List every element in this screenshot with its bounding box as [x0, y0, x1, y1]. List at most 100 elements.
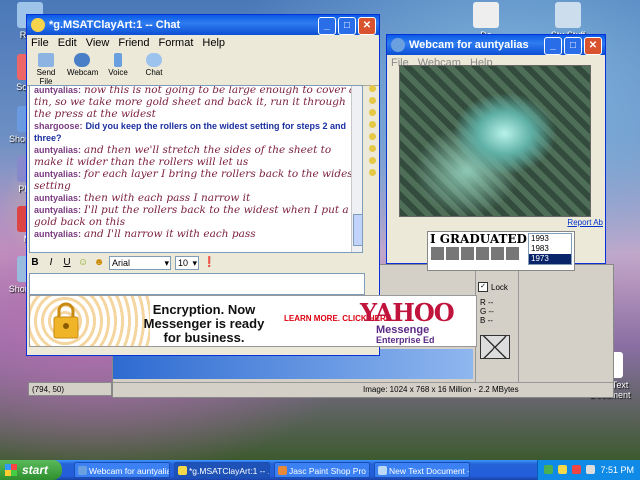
emoticon-icon[interactable] [369, 133, 376, 140]
send-file-button[interactable]: Send File [31, 53, 61, 86]
emoticon-icon[interactable] [369, 169, 376, 176]
coordinate-text: (794, 50) [32, 385, 65, 394]
task-label: New Text Document - ... [389, 466, 470, 476]
task-chat[interactable]: *g.MSATClayArt:1 -- ... [174, 462, 270, 478]
maximize-button[interactable]: □ [564, 37, 582, 55]
emoticon-icon[interactable] [369, 121, 376, 128]
menu-view[interactable]: View [86, 35, 110, 51]
volume-icon[interactable] [586, 465, 595, 474]
smiley-icon[interactable]: ☺ [77, 257, 89, 269]
lock-label: Lock [491, 282, 508, 292]
emoticon-icon[interactable] [369, 109, 376, 116]
menu-edit[interactable]: Edit [58, 35, 77, 51]
ad-sunburst [30, 296, 150, 346]
emoticon-strip [369, 85, 377, 181]
layer-panel: ✓ Lock R -- G -- B -- [475, 267, 519, 395]
webcam-title: Webcam for auntyalias [409, 39, 529, 51]
emoticon-picker-icon[interactable]: ☻ [93, 257, 105, 269]
ad-edition: Enterprise Ed [376, 335, 435, 345]
underline-button[interactable]: U [61, 257, 73, 269]
year-list[interactable]: 1993 1983 1973 [528, 233, 572, 265]
taskbar: start Webcam for auntyalias *g.MSATClayA… [0, 460, 640, 480]
antivirus-icon[interactable] [572, 465, 581, 474]
clock: 7:51 PM [600, 465, 634, 475]
italic-button[interactable]: I [45, 257, 57, 269]
messenger-icon [178, 466, 187, 475]
voice-button[interactable]: Voice [103, 53, 133, 83]
lock-icon [53, 302, 79, 339]
webcam-button[interactable]: Webcam [67, 53, 98, 83]
message-sender: auntyalias: [34, 145, 82, 155]
message-sender: auntyalias: [34, 85, 82, 95]
channel-g: G [480, 307, 487, 316]
paint-shop-pro-icon [278, 466, 287, 475]
webcam-icon [391, 38, 405, 52]
chat-toolbar: Send File Webcam Voice Chat [27, 51, 379, 86]
system-tray: 7:51 PM [537, 460, 640, 480]
alert-icon[interactable]: ❗ [203, 257, 215, 269]
size-select[interactable]: 10 ▾ [175, 256, 199, 270]
message-text: for each layer I bring the rollers back … [34, 168, 357, 192]
font-select[interactable]: Arial ▾ [109, 256, 171, 270]
message-text: and I'll narrow it with each pass [83, 228, 256, 240]
menu-help[interactable]: Help [202, 35, 225, 51]
minimize-button[interactable]: _ [318, 17, 336, 35]
menu-file[interactable]: File [31, 35, 49, 51]
message-sender: auntyalias: [34, 229, 82, 239]
task-paint-shop-pro[interactable]: Jasc Paint Shop Pro - ... [274, 462, 370, 478]
graduation-ad[interactable]: I GRADUATED IN: 1993 1983 1973 [427, 231, 575, 271]
lock-checkbox[interactable]: ✓ [478, 282, 488, 292]
scrollbar-thumb[interactable] [353, 214, 362, 246]
chevron-down-icon: ▾ [192, 258, 197, 268]
task-notepad[interactable]: New Text Document - ... [374, 462, 470, 478]
emoticon-icon[interactable] [369, 97, 376, 104]
year-option[interactable]: 1993 [529, 234, 571, 244]
yahoo-ad-banner[interactable]: Encryption. Now Messenger is ready for b… [29, 295, 477, 347]
status-bar: (794, 50) Image: 1024 x 768 x 16 Million… [29, 382, 613, 397]
message-input[interactable] [29, 273, 365, 295]
chat-message: auntyalias: now this is not going to be … [34, 85, 358, 120]
emoticon-icon[interactable] [369, 145, 376, 152]
task-label: Webcam for auntyalias [89, 466, 170, 476]
year-option-selected[interactable]: 1973 [529, 254, 571, 264]
chat-transcript[interactable]: auntyalias: now this is not going to be … [29, 85, 363, 253]
chat-message: auntyalias: I'll put the rollers back to… [34, 204, 358, 228]
chat-title: *g.MSATClayArt:1 -- Chat [49, 19, 181, 31]
messenger-tray-icon[interactable] [558, 465, 567, 474]
webcam-titlebar[interactable]: Webcam for auntyalias _ □ ✕ [387, 35, 605, 55]
minimize-button[interactable]: _ [544, 37, 562, 55]
microphone-icon [114, 53, 122, 67]
year-option[interactable]: 1983 [529, 244, 571, 254]
bold-button[interactable]: B [29, 257, 41, 269]
webcam-window[interactable]: Webcam for auntyalias _ □ ✕ File Webcam … [386, 34, 606, 271]
chat-bubble-icon [146, 53, 162, 67]
chat-window[interactable]: *g.MSATClayArt:1 -- Chat _ □ ✕ File Edit… [26, 14, 477, 356]
maximize-button[interactable]: □ [338, 17, 356, 35]
menu-format[interactable]: Format [159, 35, 194, 51]
close-button[interactable]: ✕ [584, 37, 602, 55]
color-swatch-icon[interactable] [480, 335, 510, 359]
chat-titlebar[interactable]: *g.MSATClayArt:1 -- Chat _ □ ✕ [27, 15, 379, 35]
transcript-scrollbar[interactable] [351, 86, 362, 252]
chat-message: auntyalias: for each layer I bring the r… [34, 168, 358, 192]
message-sender: auntyalias: [34, 193, 82, 203]
menu-friend[interactable]: Friend [118, 35, 149, 51]
start-button[interactable]: start [0, 460, 62, 480]
value-b: -- [487, 316, 493, 325]
message-sender: auntyalias: [34, 169, 82, 179]
channel-r: R [480, 298, 486, 307]
voice-label: Voice [108, 68, 128, 77]
report-abuse-link[interactable]: Report Ab [567, 218, 603, 227]
send-file-label: Send File [36, 68, 56, 86]
message-sender: shargoose: [34, 121, 83, 131]
emoticon-icon[interactable] [369, 85, 376, 92]
close-button[interactable]: ✕ [358, 17, 376, 35]
chat-button[interactable]: Chat [139, 53, 169, 83]
task-webcam[interactable]: Webcam for auntyalias [74, 462, 170, 478]
network-icon[interactable] [544, 465, 553, 474]
webcam-icon [78, 466, 87, 475]
messenger-icon [31, 18, 45, 32]
chevron-down-icon: ▾ [164, 258, 169, 268]
shortcut-icon [473, 2, 499, 28]
emoticon-icon[interactable] [369, 157, 376, 164]
